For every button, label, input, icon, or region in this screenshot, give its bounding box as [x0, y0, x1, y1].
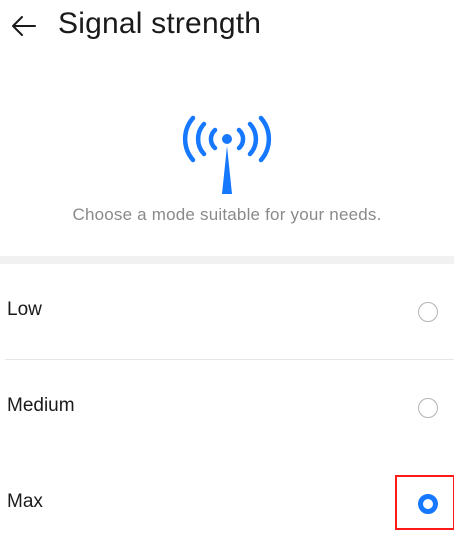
option-label-low: Low — [7, 299, 42, 320]
hero-illustration — [0, 110, 454, 200]
option-label-max: Max — [7, 491, 43, 512]
antenna-signal-icon — [182, 115, 272, 194]
option-max[interactable]: Max — [0, 456, 454, 552]
back-button[interactable] — [4, 6, 44, 46]
radio-max[interactable] — [418, 494, 438, 514]
arrow-left-icon — [12, 16, 36, 36]
radio-medium[interactable] — [418, 398, 438, 418]
signal-mode-list: Low Medium Max — [0, 264, 454, 552]
option-label-medium: Medium — [7, 395, 75, 416]
mode-description: Choose a mode suitable for your needs. — [72, 205, 382, 224]
section-divider — [0, 256, 454, 264]
option-low[interactable]: Low — [0, 264, 454, 360]
header-bar: Signal strength — [0, 0, 454, 56]
option-medium[interactable]: Medium — [0, 360, 454, 456]
radio-low[interactable] — [418, 302, 438, 322]
page-title: Signal strength — [58, 7, 262, 40]
